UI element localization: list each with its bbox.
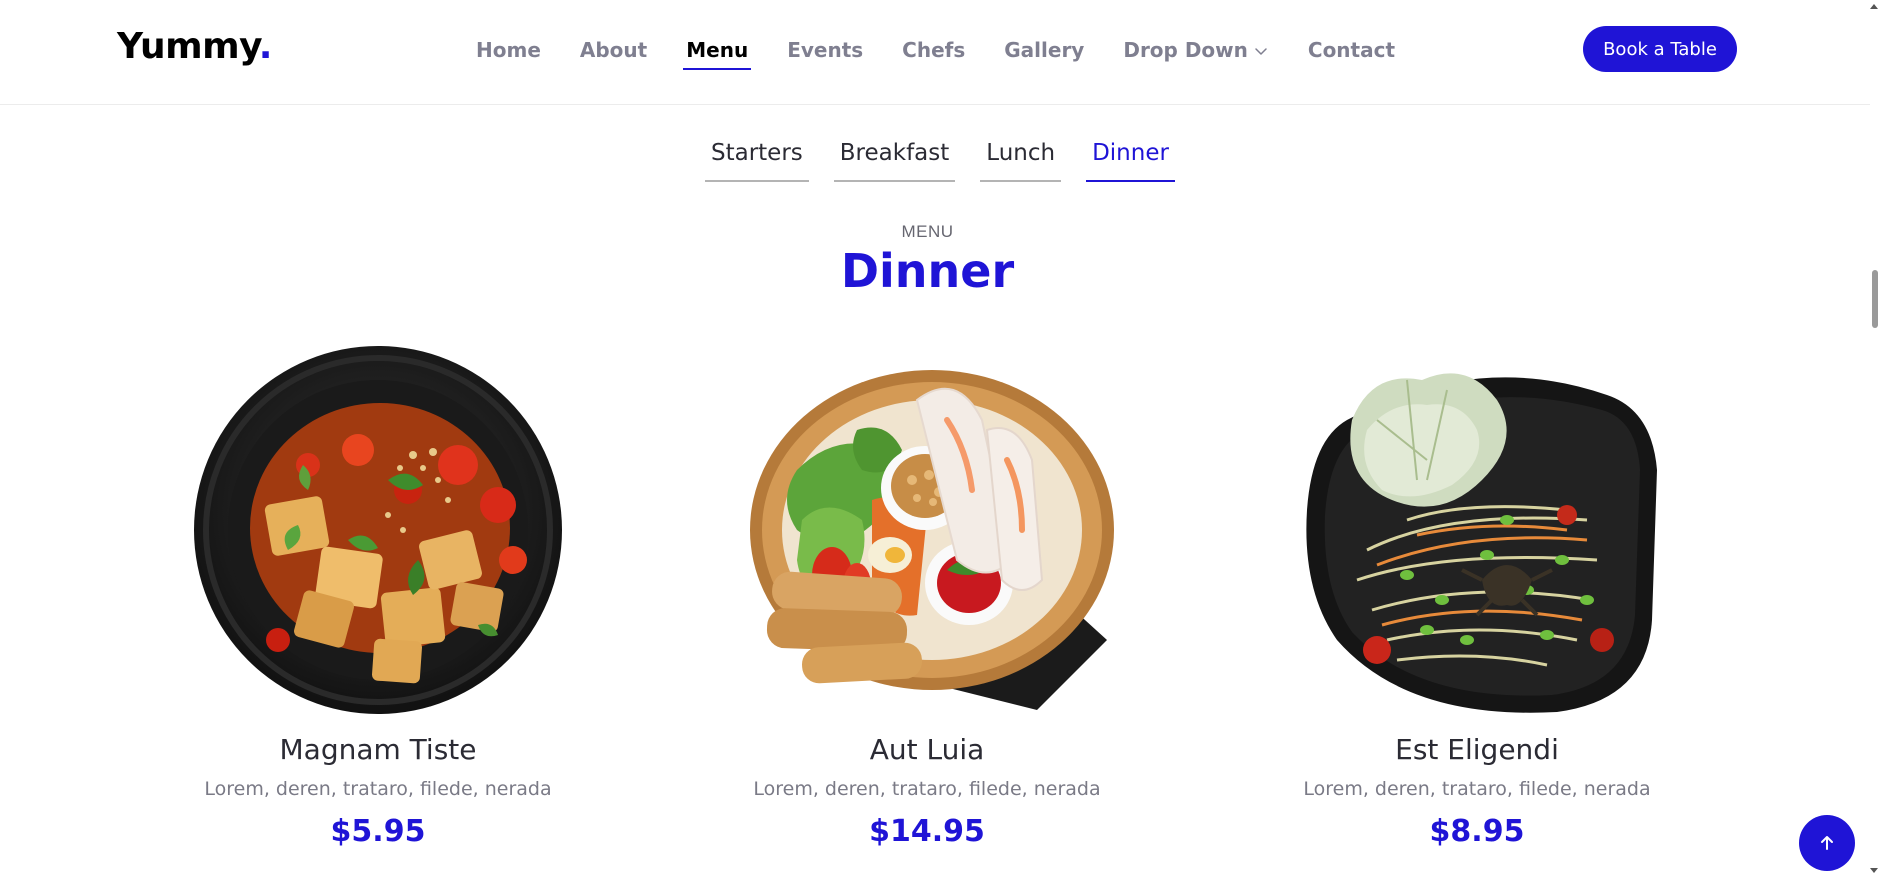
papaya-salad-image [1306,373,1657,713]
tab-lunch[interactable]: Lunch [980,140,1062,182]
menu-item-image[interactable] [1257,340,1697,720]
chevron-down-icon [1255,48,1267,55]
nav-gallery[interactable]: Gallery [1004,0,1084,100]
nav-drop-down[interactable]: Drop Down [1123,0,1269,100]
section-subtitle: MENU [901,222,954,241]
nav-drop-down-label: Drop Down [1123,38,1248,62]
menu-item-price: $5.95 [330,814,426,849]
spring-roll-platter-image [750,370,1114,710]
nav-contact[interactable]: Contact [1308,0,1395,100]
menu-item-title: Est Eligendi [1395,733,1559,766]
nav-about[interactable]: About [580,0,647,100]
logo-text: Yummy [117,26,259,67]
scroll-top-button[interactable] [1799,815,1855,871]
scroll-down-arrow-icon[interactable] [1870,868,1878,873]
menu-item: Aut Luia Lorem, deren, trataro, filede, … [707,340,1147,849]
logo-dot: . [258,26,273,67]
site-header: Yummy. Home About Menu Events Chefs Gall… [0,0,1880,105]
arrow-up-icon [1821,836,1833,850]
tab-starters[interactable]: Starters [705,140,809,182]
menu-item-ingredients: Lorem, deren, trataro, filede, nerada [1303,778,1651,800]
menu-item-image[interactable] [158,340,598,720]
menu-item: Est Eligendi Lorem, deren, trataro, file… [1257,340,1697,849]
section-title: Dinner [840,244,1015,298]
tofu-stir-fry-image [194,346,562,714]
nav-menu[interactable]: Menu [683,0,752,100]
menu-item-ingredients: Lorem, deren, trataro, filede, nerada [753,778,1101,800]
book-a-table-button[interactable]: Book a Table [1583,26,1737,72]
menu-item-title: Magnam Tiste [279,733,477,766]
nav-chefs[interactable]: Chefs [902,0,965,100]
nav-home[interactable]: Home [476,0,541,100]
scroll-up-arrow-icon[interactable] [1870,4,1878,9]
menu-tabs: Starters Breakfast Lunch Dinner [705,140,1200,182]
tab-dinner[interactable]: Dinner [1086,140,1175,182]
nav-events[interactable]: Events [787,0,863,100]
menu-item: Magnam Tiste Lorem, deren, trataro, file… [158,340,598,849]
page-scrollbar[interactable] [1870,0,1880,880]
site-logo[interactable]: Yummy. [117,26,272,67]
menu-item-title: Aut Luia [869,733,985,766]
menu-item-price: $14.95 [869,814,985,849]
tab-breakfast[interactable]: Breakfast [833,140,956,182]
main-nav: Home About Menu Events Chefs Gallery Dro… [476,0,1434,100]
menu-item-price: $8.95 [1429,814,1525,849]
menu-item-ingredients: Lorem, deren, trataro, filede, nerada [204,778,552,800]
menu-item-image[interactable] [707,340,1147,720]
scrollbar-thumb[interactable] [1872,270,1878,328]
